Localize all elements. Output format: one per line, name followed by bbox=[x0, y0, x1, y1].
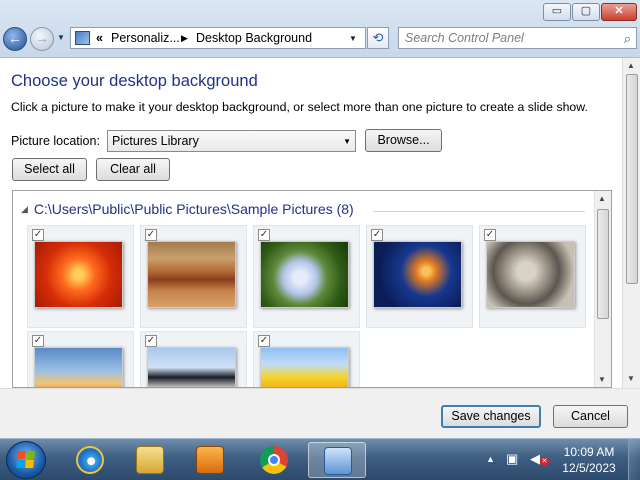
save-changes-button[interactable]: Save changes bbox=[441, 405, 541, 428]
breadcrumb-desktop-background[interactable]: Desktop Background bbox=[196, 31, 312, 45]
clock-time: 10:09 AM bbox=[563, 445, 615, 459]
windows-logo-icon bbox=[16, 451, 36, 469]
desert-image bbox=[147, 241, 236, 308]
penguins-image bbox=[147, 347, 236, 387]
clock-date: 12/5/2023 bbox=[562, 461, 616, 475]
maximize-button[interactable]: ▢ bbox=[572, 3, 600, 21]
thumbnail-checkbox[interactable]: ✓ bbox=[32, 335, 44, 347]
forward-button[interactable]: → bbox=[30, 27, 54, 51]
collapse-arrow-icon[interactable]: ◢ bbox=[21, 204, 28, 214]
address-dropdown-icon[interactable]: ▼ bbox=[349, 34, 357, 43]
folder-path: C:\Users\Public\Public Pictures\Sample P… bbox=[33, 201, 354, 217]
page-scrollbar[interactable]: ▲ ▼ bbox=[622, 58, 640, 388]
hydrangeas-image bbox=[260, 241, 349, 308]
minimize-button[interactable]: ▭ bbox=[543, 3, 571, 21]
refresh-button[interactable]: ⟲ bbox=[367, 27, 389, 49]
thumbnail-chrysanthemum[interactable]: ✓ bbox=[27, 225, 134, 328]
folder-group-header[interactable]: ◢ C:\Users\Public\Public Pictures\Sample … bbox=[21, 201, 354, 217]
thumbnail-koala[interactable]: ✓ bbox=[479, 225, 586, 328]
taskbar-internet-explorer[interactable] bbox=[64, 442, 116, 478]
thumbnail-checkbox[interactable]: ✓ bbox=[32, 229, 44, 241]
scroll-up-icon[interactable]: ▲ bbox=[627, 61, 635, 70]
network-icon[interactable]: ▣ bbox=[506, 451, 522, 467]
jellyfish-image bbox=[373, 241, 462, 308]
arrow-right-icon: → bbox=[35, 30, 49, 46]
breadcrumb-separator-icon[interactable]: ▶ bbox=[181, 33, 188, 44]
koala-image bbox=[486, 241, 575, 308]
lighthouse-image bbox=[34, 347, 123, 387]
gallery-scrollbar[interactable]: ▲ ▼ bbox=[594, 191, 611, 387]
scroll-down-icon[interactable]: ▼ bbox=[598, 375, 606, 384]
select-all-button[interactable]: Select all bbox=[12, 158, 87, 181]
tulips-image bbox=[260, 347, 349, 387]
folder-icon bbox=[136, 446, 164, 474]
show-desktop-button[interactable] bbox=[628, 439, 640, 480]
taskbar: ▲ ▣ ◀ ✕ 10:09 AM 12/5/2023 bbox=[0, 438, 640, 480]
thumbnail-hydrangeas[interactable]: ✓ bbox=[253, 225, 360, 328]
page-subtitle: Click a picture to make it your desktop … bbox=[11, 100, 588, 114]
gallery-scroll-thumb[interactable] bbox=[597, 209, 609, 319]
page-scroll-thumb[interactable] bbox=[626, 74, 638, 284]
chevron-down-icon: ▼ bbox=[343, 137, 351, 146]
close-button[interactable]: ✕ bbox=[601, 3, 637, 21]
recent-pages-dropdown[interactable]: ▼ bbox=[57, 33, 67, 45]
scroll-down-icon[interactable]: ▼ bbox=[627, 374, 635, 383]
thumbnail-desert[interactable]: ✓ bbox=[140, 225, 247, 328]
refresh-icon: ⟲ bbox=[372, 30, 384, 45]
breadcrumb-overflow-icon[interactable]: « bbox=[96, 31, 103, 45]
thumbnail-checkbox[interactable]: ✓ bbox=[371, 229, 383, 241]
thumbnail-checkbox[interactable]: ✓ bbox=[484, 229, 496, 241]
back-button[interactable]: ← bbox=[3, 27, 27, 51]
picture-location-label: Picture location: bbox=[11, 134, 100, 148]
chrysanthemum-image bbox=[34, 241, 123, 308]
internet-explorer-icon bbox=[76, 446, 104, 474]
clock[interactable]: 10:09 AM 12/5/2023 bbox=[556, 444, 622, 476]
clear-all-button[interactable]: Clear all bbox=[96, 158, 170, 181]
control-panel-icon bbox=[75, 31, 90, 45]
breadcrumb-personalization[interactable]: Personaliz... bbox=[111, 31, 180, 45]
browse-button[interactable]: Browse... bbox=[365, 129, 442, 152]
taskbar-media-player[interactable] bbox=[184, 442, 236, 478]
media-player-icon bbox=[196, 446, 224, 474]
thumbnail-checkbox[interactable]: ✓ bbox=[258, 335, 270, 347]
thumbnail-penguins[interactable]: ✓ bbox=[140, 331, 247, 387]
picture-location-value: Pictures Library bbox=[112, 134, 199, 148]
start-button[interactable] bbox=[6, 441, 46, 479]
window-titlebar: ▭ ▢ ✕ ← → ▼ « Personaliz... ▶ Desktop Ba… bbox=[0, 0, 640, 58]
control-panel-icon bbox=[324, 447, 352, 475]
search-icon[interactable]: ⌕ bbox=[624, 31, 631, 47]
picture-location-select[interactable]: Pictures Library ▼ bbox=[107, 130, 356, 152]
thumbnail-jellyfish[interactable]: ✓ bbox=[366, 225, 473, 328]
group-divider bbox=[373, 211, 585, 212]
thumbnail-checkbox[interactable]: ✓ bbox=[145, 229, 157, 241]
scroll-up-icon[interactable]: ▲ bbox=[598, 194, 606, 203]
main-content: Choose your desktop background Click a p… bbox=[0, 58, 622, 388]
thumbnail-checkbox[interactable]: ✓ bbox=[145, 335, 157, 347]
dialog-footer: Save changes Cancel bbox=[0, 388, 640, 438]
taskbar-control-panel[interactable] bbox=[308, 442, 366, 478]
search-input[interactable] bbox=[405, 31, 610, 45]
volume-muted-icon[interactable]: ◀ ✕ bbox=[530, 451, 549, 467]
search-box[interactable]: ⌕ bbox=[398, 27, 637, 49]
show-hidden-icons-button[interactable]: ▲ bbox=[486, 454, 495, 464]
address-bar[interactable]: « Personaliz... ▶ Desktop Background ▼ bbox=[70, 27, 366, 49]
taskbar-file-explorer[interactable] bbox=[124, 442, 176, 478]
taskbar-chrome[interactable] bbox=[248, 442, 300, 478]
thumbnail-lighthouse[interactable]: ✓ bbox=[27, 331, 134, 387]
thumbnail-tulips[interactable]: ✓ bbox=[253, 331, 360, 387]
chrome-icon bbox=[260, 446, 288, 474]
thumbnail-checkbox[interactable]: ✓ bbox=[258, 229, 270, 241]
arrow-left-icon: ← bbox=[8, 30, 22, 46]
page-title: Choose your desktop background bbox=[11, 72, 258, 90]
cancel-button[interactable]: Cancel bbox=[553, 405, 628, 428]
picture-gallery: ◢ C:\Users\Public\Public Pictures\Sample … bbox=[12, 190, 612, 388]
